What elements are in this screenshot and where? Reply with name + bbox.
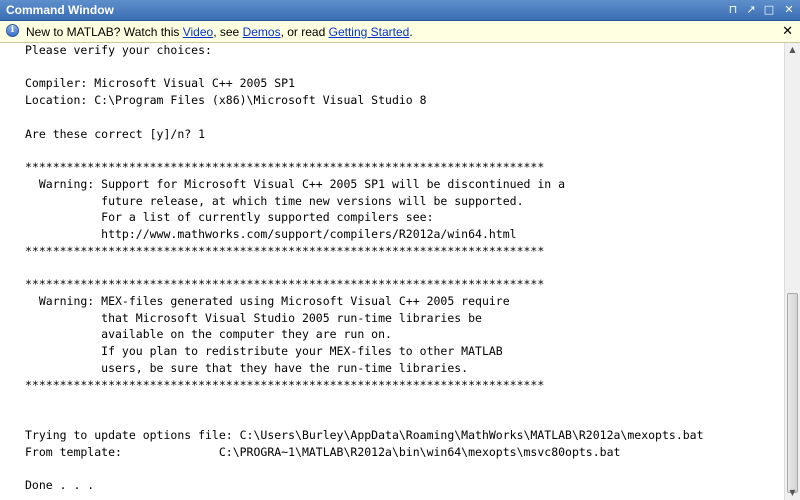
infobar-message: New to MATLAB? Watch this Video, see Dem…	[26, 25, 413, 39]
close-window-icon[interactable]: ✕	[782, 3, 796, 17]
console-line: available on the computer they are run o…	[25, 327, 392, 342]
console-line: future release, at which time new versio…	[25, 193, 524, 208]
maximize-icon[interactable]: □	[762, 3, 776, 17]
command-window-titlebar: Command Window ⊓ ↗ □ ✕	[0, 0, 800, 21]
getting-started-infobar: i New to MATLAB? Watch this Video, see D…	[0, 21, 800, 43]
info-icon: i	[6, 24, 19, 37]
console-line: Are these correct [y]/n? 1	[25, 126, 206, 141]
console-line: Compiler: Microsoft Visual C++ 2005 SP1	[25, 76, 296, 91]
console-line: Location: C:\Program Files (x86)\Microso…	[25, 93, 427, 108]
scrollbar-thumb[interactable]	[787, 293, 798, 493]
console-line: users, be sure that they have the run-ti…	[25, 360, 469, 375]
console-line: Trying to update options file: C:\Users\…	[25, 427, 704, 442]
console-text: Please verify your choices: Compiler: Mi…	[0, 43, 784, 494]
scroll-down-arrow-icon[interactable]: ▼	[785, 486, 800, 500]
console-line: Done . . .	[25, 478, 95, 493]
console-line: ****************************************…	[25, 243, 545, 258]
pin-icon[interactable]: ⊓	[726, 3, 740, 17]
console-line: Warning: Support for Microsoft Visual C+…	[25, 176, 566, 191]
close-infobar-icon[interactable]: ✕	[782, 24, 793, 39]
window-title: Command Window	[6, 3, 114, 17]
infobar-sep-2: , or read	[280, 25, 329, 39]
console-line: ****************************************…	[25, 377, 545, 392]
console-line: http://www.mathworks.com/support/compile…	[25, 227, 517, 242]
scroll-up-arrow-icon[interactable]: ▲	[785, 43, 800, 57]
getting-started-link[interactable]: Getting Started	[329, 25, 410, 39]
command-output[interactable]: Please verify your choices: Compiler: Mi…	[0, 43, 784, 500]
console-line: If you plan to redistribute your MEX-fil…	[25, 344, 503, 359]
demos-link[interactable]: Demos	[243, 25, 281, 39]
console-line: that Microsoft Visual Studio 2005 run-ti…	[25, 310, 482, 325]
infobar-suffix: .	[409, 25, 413, 39]
console-line: ****************************************…	[25, 277, 545, 292]
video-link[interactable]: Video	[183, 25, 213, 39]
console-line: For a list of currently supported compil…	[25, 210, 434, 225]
console-line: ****************************************…	[25, 160, 545, 175]
infobar-prefix: New to MATLAB? Watch this	[26, 25, 183, 39]
undock-icon[interactable]: ↗	[744, 3, 758, 17]
infobar-sep-1: , see	[213, 25, 243, 39]
vertical-scrollbar[interactable]: ▲ ▼	[784, 43, 800, 500]
console-line: Warning: MEX-files generated using Micro…	[25, 294, 510, 309]
console-line: Please verify your choices:	[25, 43, 212, 57]
console-line: From template: C:\PROGRA~1\MATLAB\R2012a…	[25, 444, 621, 459]
